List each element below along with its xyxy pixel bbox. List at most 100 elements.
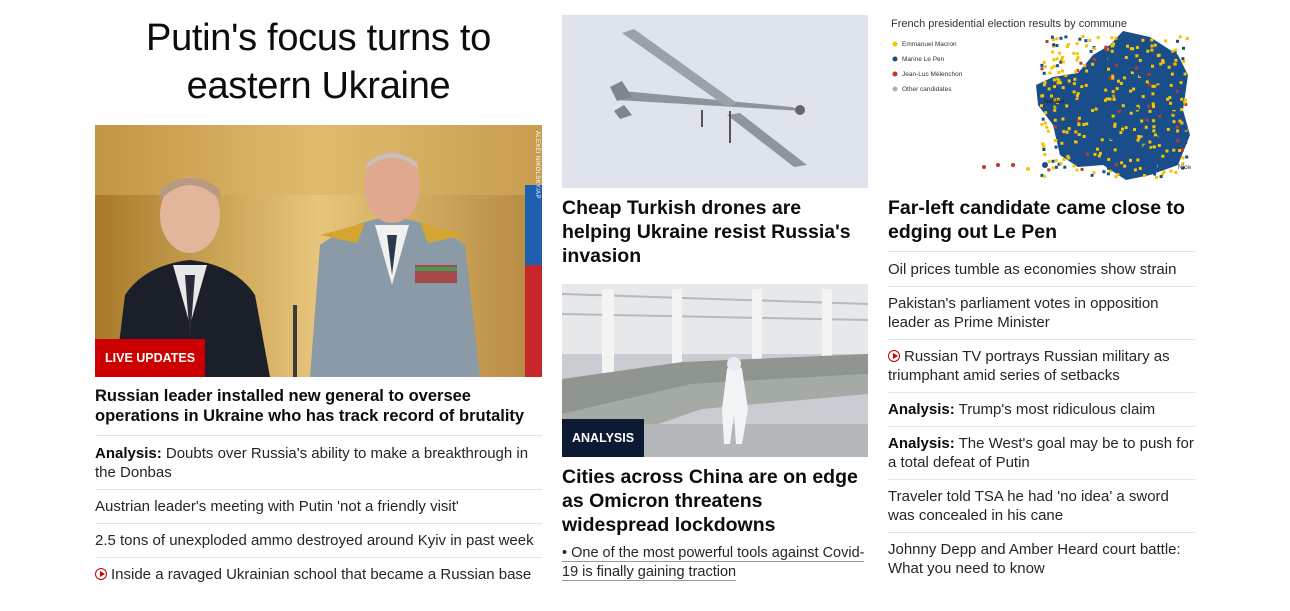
map-commune-mark: [1096, 61, 1100, 65]
map-commune-mark: [1164, 164, 1168, 168]
election-map-image[interactable]: French presidential election results by …: [888, 15, 1195, 188]
map-commune-mark: [1144, 125, 1148, 129]
map-commune-mark: [1151, 84, 1155, 88]
map-commune-mark: [1072, 164, 1076, 168]
map-commune-mark: [1173, 51, 1177, 55]
map-commune-mark: [1185, 155, 1189, 159]
list-item[interactable]: Analysis: Trump's most ridiculous claim: [888, 393, 1195, 427]
list-item[interactable]: Pakistan's parliament votes in oppositio…: [888, 287, 1195, 340]
map-commune-mark: [1060, 77, 1064, 81]
map-commune-mark: [1140, 124, 1144, 128]
map-commune-mark: [1175, 112, 1179, 116]
election-story-link[interactable]: Far-left candidate came close to edging …: [888, 196, 1195, 252]
map-commune-mark: [1183, 72, 1187, 76]
map-commune-mark: [1078, 149, 1082, 153]
map-commune-mark: [1093, 152, 1097, 156]
list-item[interactable]: Analysis: Doubts over Russia's ability t…: [95, 437, 542, 490]
lead-headline[interactable]: Putin's focus turns to eastern Ukraine: [95, 14, 542, 110]
map-commune-mark: [1157, 85, 1161, 89]
map-commune-mark: [1115, 63, 1119, 67]
map-commune-mark: [1116, 173, 1120, 177]
map-commune-mark: [1142, 114, 1146, 118]
map-commune-mark: [1141, 38, 1145, 42]
map-commune-mark: [1180, 108, 1184, 112]
map-commune-mark: [1042, 71, 1046, 75]
map-commune-mark: [1167, 65, 1171, 69]
map-commune-mark: [1067, 156, 1071, 160]
map-commune-mark: [1131, 68, 1135, 72]
covid-sublink[interactable]: • One of the most powerful tools against…: [562, 544, 868, 582]
list-item-text: Russian TV portrays Russian military as …: [888, 348, 1170, 384]
map-commune-mark: [1098, 151, 1102, 155]
map-commune-mark: [1160, 89, 1164, 93]
china-image[interactable]: ANALYSIS: [562, 284, 868, 457]
map-commune-mark: [1129, 47, 1133, 51]
map-commune-mark: [1052, 78, 1056, 82]
map-commune-mark: [1138, 58, 1142, 62]
map-commune-mark: [1123, 164, 1127, 168]
map-commune-mark: [1166, 127, 1170, 131]
map-commune-mark: [1065, 130, 1069, 134]
map-commune-mark: [1126, 44, 1129, 48]
list-item-text: 2.5 tons of unexploded ammo destroyed ar…: [95, 532, 534, 549]
map-commune-mark: [1059, 151, 1063, 154]
map-commune-mark: [1042, 83, 1046, 87]
map-commune-mark: [1108, 76, 1112, 80]
map-commune-mark: [1077, 133, 1081, 137]
map-commune-mark: [1152, 145, 1156, 149]
drone-image[interactable]: [562, 15, 868, 188]
china-story-link[interactable]: Cities across China are on edge as Omicr…: [562, 465, 868, 537]
map-commune-mark: [1153, 43, 1157, 47]
drone-photo: [562, 15, 868, 188]
map-commune-mark: [1048, 71, 1052, 75]
list-item[interactable]: Russian TV portrays Russian military as …: [888, 340, 1195, 393]
list-item[interactable]: Traveler told TSA he had 'no idea' a swo…: [888, 480, 1195, 533]
list-item-text: Pakistan's parliament votes in oppositio…: [888, 295, 1159, 331]
list-item[interactable]: 2.5 tons of unexploded ammo destroyed ar…: [95, 524, 542, 558]
drone-story-link[interactable]: Cheap Turkish drones are helping Ukraine…: [562, 196, 868, 268]
list-item[interactable]: Inside a ravaged Ukrainian school that b…: [95, 558, 542, 591]
map-commune-mark: [1110, 36, 1114, 40]
lead-story-link[interactable]: Russian leader installed new general to …: [95, 386, 542, 436]
map-commune-mark: [1115, 163, 1118, 167]
analysis-label: Analysis:: [888, 435, 955, 452]
map-commune-mark: [1151, 102, 1155, 106]
map-commune-mark: [1148, 99, 1152, 103]
map-commune-mark: [1151, 148, 1155, 151]
play-video-icon: [888, 350, 900, 362]
map-commune-mark: [1139, 73, 1143, 77]
map-commune-mark: [1054, 165, 1058, 169]
map-commune-mark: [1114, 36, 1118, 40]
map-commune-mark: [1182, 87, 1186, 91]
map-commune-mark: [1055, 57, 1059, 61]
map-commune-mark: [1078, 160, 1082, 163]
map-commune-mark: [1052, 58, 1056, 62]
map-commune-mark: [1180, 97, 1184, 101]
map-commune-mark: [1107, 108, 1111, 112]
list-item[interactable]: Oil prices tumble as economies show stra…: [888, 253, 1195, 287]
list-item[interactable]: Austrian leader's meeting with Putin 'no…: [95, 490, 542, 524]
map-commune-mark: [1110, 137, 1114, 140]
map-commune-mark: [1147, 72, 1151, 76]
list-item[interactable]: Analysis: The West's goal may be to push…: [888, 427, 1195, 480]
map-commune-mark: [1169, 101, 1173, 105]
map-commune-mark: [1157, 144, 1161, 147]
map-commune-mark: [1155, 175, 1158, 179]
analysis-label: Analysis:: [888, 401, 955, 418]
map-commune-mark: [1132, 87, 1136, 91]
map-commune-mark: [1067, 79, 1071, 83]
map-commune-mark: [1152, 119, 1156, 123]
map-commune-mark: [1040, 63, 1044, 67]
map-commune-mark: [1100, 89, 1104, 93]
map-commune-mark: [1053, 108, 1057, 112]
map-commune-mark: [1176, 70, 1180, 74]
map-commune-mark: [1111, 76, 1115, 80]
list-item[interactable]: Johnny Depp and Amber Heard court battle…: [888, 533, 1195, 585]
map-commune-mark: [1053, 118, 1057, 122]
map-commune-mark: [1143, 174, 1146, 177]
lead-image[interactable]: ALEXEI NIKOLSKY/AP LIVE UPDATES: [95, 125, 542, 377]
legend-melenchon: Jean-Luc Mélenchon: [902, 71, 963, 78]
map-commune-mark: [1080, 167, 1084, 171]
map-commune-mark: [1131, 153, 1135, 156]
map-commune-mark: [1153, 133, 1157, 137]
